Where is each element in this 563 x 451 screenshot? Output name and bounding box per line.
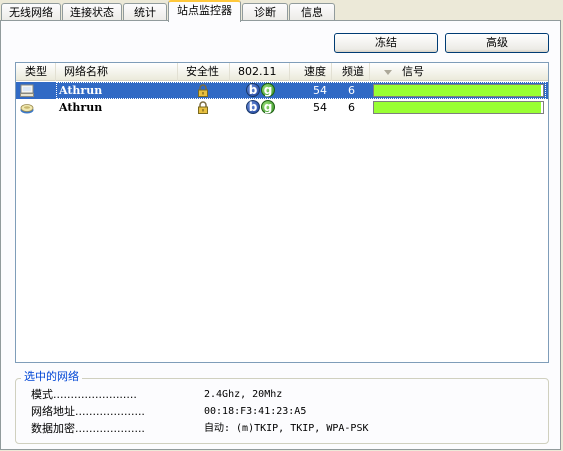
column-header-type[interactable]: 类型 — [16, 63, 56, 81]
signal-strength-bar — [373, 84, 544, 97]
mode-value: 2.4Ghz, 20Mhz — [204, 389, 283, 400]
802-11g-icon: g — [261, 100, 275, 114]
mac-label: 网络地址.................... — [31, 405, 145, 418]
mac-value: 00:18:F3:41:23:A5 — [204, 406, 307, 417]
selected-network-title: 选中的网络 — [21, 370, 82, 384]
mode-label: 模式........................ — [31, 388, 137, 401]
tab-site-monitor[interactable]: 站点监控器 — [168, 0, 241, 22]
access-point-icon — [20, 104, 34, 114]
encryption-info-row: 数据加密.................... 自动: (m)TKIP, TK… — [31, 421, 369, 437]
mode-info-row: 模式........................ 2.4Ghz, 20Mhz — [31, 387, 282, 403]
column-header-rate[interactable]: 速度 — [290, 63, 332, 81]
list-header: 类型 网络名称 安全性 802.11 速度 频道 信号 — [16, 63, 548, 81]
column-header-ssid[interactable]: 网络名称 — [56, 63, 178, 81]
802-11g-icon: g — [261, 83, 275, 97]
network-rate: 54 — [313, 84, 327, 97]
column-header-signal-label: 信号 — [402, 65, 424, 78]
tab-diagnostics[interactable]: 诊断 — [242, 3, 288, 21]
network-ssid: Athrun — [59, 84, 103, 97]
802-11b-icon: b — [246, 100, 260, 114]
encryption-value: 自动: (m)TKIP, TKIP, WPA-PSK — [204, 423, 369, 434]
computer-network-icon — [20, 84, 34, 97]
network-rate: 54 — [313, 101, 327, 114]
network-channel: 6 — [348, 101, 355, 114]
network-row[interactable]: Athrun b g 54 6 — [16, 99, 548, 116]
mac-info-row: 网络地址.................... 00:18:F3:41:23:… — [31, 404, 306, 420]
advanced-button[interactable]: 高级 — [445, 33, 549, 53]
column-header-channel[interactable]: 频道 — [332, 63, 370, 81]
network-channel: 6 — [348, 84, 355, 97]
network-list[interactable]: 类型 网络名称 安全性 802.11 速度 频道 信号 Athrun b g 5… — [15, 62, 549, 363]
signal-strength-fill — [374, 85, 542, 96]
column-header-security[interactable]: 安全性 — [178, 63, 230, 81]
network-row[interactable]: Athrun b g 54 6 — [16, 82, 548, 99]
lock-icon — [198, 101, 208, 114]
tab-wireless-networks[interactable]: 无线网络 — [1, 3, 61, 21]
tab-strip: 无线网络 连接状态 统计 站点监控器 诊断 信息 — [0, 0, 563, 22]
sort-descending-icon — [384, 69, 392, 75]
freeze-button[interactable]: 冻结 — [334, 33, 438, 53]
site-monitor-panel: 冻结 高级 类型 网络名称 安全性 802.11 速度 频道 信号 Athrun — [0, 20, 561, 450]
column-header-signal[interactable]: 信号 — [370, 63, 548, 81]
802-11b-icon: b — [246, 83, 260, 97]
tab-connection-status[interactable]: 连接状态 — [62, 3, 122, 21]
tab-information[interactable]: 信息 — [289, 3, 335, 21]
tab-statistics[interactable]: 统计 — [123, 3, 167, 21]
lock-icon — [198, 84, 208, 97]
encryption-label: 数据加密.................... — [31, 422, 145, 435]
signal-strength-bar — [373, 101, 544, 114]
signal-strength-fill — [374, 102, 542, 113]
network-ssid: Athrun — [59, 101, 103, 114]
column-header-mode[interactable]: 802.11 — [230, 63, 290, 81]
